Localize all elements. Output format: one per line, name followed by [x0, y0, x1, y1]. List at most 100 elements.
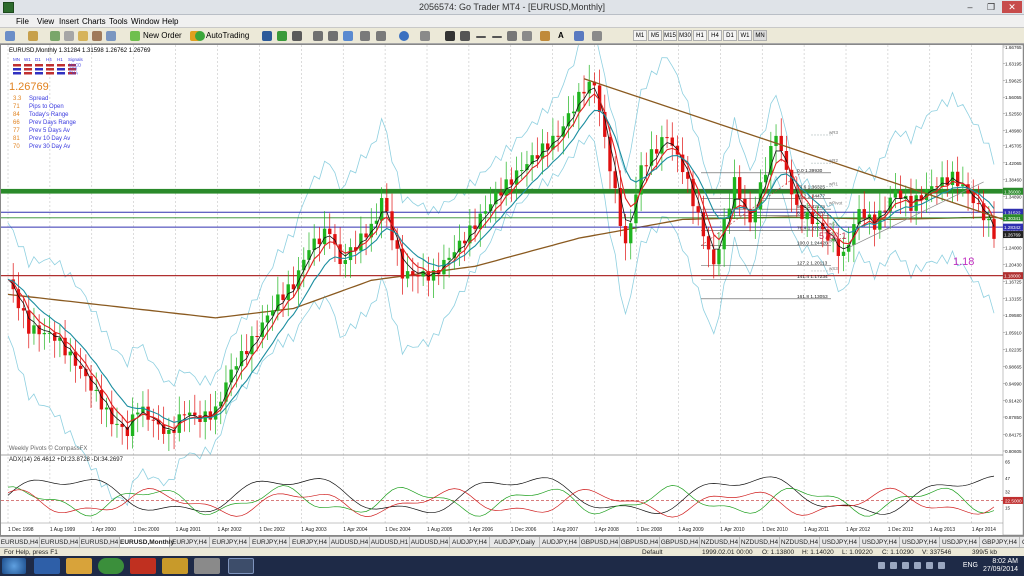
price-tick-12: 1.24000 [1005, 246, 1022, 251]
chrome-icon[interactable] [98, 558, 124, 574]
notes-icon[interactable] [162, 558, 188, 574]
tray-volume-icon[interactable] [914, 562, 921, 569]
info-label-6: Prev 30 Day Av [29, 144, 70, 150]
arrows-tool-icon[interactable] [592, 31, 602, 41]
new-order-button[interactable]: New Order [143, 30, 182, 42]
menu-help[interactable]: Help [162, 17, 178, 26]
candle-body [540, 143, 545, 159]
candle-body [115, 423, 119, 425]
menu-insert[interactable]: Insert [59, 17, 79, 26]
strategy-tester-icon[interactable] [106, 31, 116, 41]
menu-file[interactable]: File [16, 17, 29, 26]
periods-icon[interactable] [420, 31, 430, 41]
language-indicator[interactable]: ENG [963, 562, 978, 569]
time-label-1: 1 Aug 1999 [50, 527, 76, 533]
chart-window[interactable]: 0.0 1.39930 23.6 1.36325 38.2 1.34477 50.0 … [0, 44, 1024, 536]
fib-label-9: 161.8 1.13053 [797, 294, 828, 300]
price-tick-19: 0.98665 [1005, 364, 1022, 369]
tile-windows-icon[interactable] [343, 31, 353, 41]
time-label-18: 1 Dec 2010 [762, 527, 788, 533]
bar-chart-icon[interactable] [262, 31, 272, 41]
profiles-icon[interactable] [28, 31, 38, 41]
tablet-icon[interactable] [194, 558, 220, 574]
price-tick-6: 1.45705 [1005, 144, 1022, 149]
tray-network-icon[interactable] [902, 562, 909, 569]
fib-label-6: 100.0 1.24420 [797, 241, 828, 247]
candle-body [385, 198, 389, 212]
data-window-icon[interactable] [64, 31, 74, 41]
trendline-icon[interactable] [507, 31, 517, 41]
system-clock[interactable]: 8:02 AM 27/09/2014 [983, 558, 1018, 574]
legend-tf-1: W1 [24, 57, 31, 62]
candle-body [509, 179, 514, 185]
legend-cell [46, 64, 54, 67]
restore-button[interactable]: ❐ [981, 1, 1001, 13]
close-button[interactable]: ✕ [1002, 1, 1022, 13]
candle-body [405, 271, 410, 279]
new-chart-icon[interactable] [5, 31, 15, 41]
tray-flag-icon[interactable] [890, 562, 897, 569]
vertical-line-icon[interactable] [476, 36, 486, 38]
market-watch-icon[interactable] [50, 31, 60, 41]
menu-charts[interactable]: Charts [82, 17, 106, 26]
candle-body [577, 91, 581, 112]
candle-body [940, 177, 944, 187]
timeframe-h1[interactable]: H1 [693, 30, 707, 41]
zoom-in-icon[interactable] [313, 31, 323, 41]
candlestick-icon[interactable] [277, 31, 287, 41]
go-trader-taskbar-icon[interactable] [228, 558, 254, 574]
timeframe-d1[interactable]: D1 [723, 30, 737, 41]
crosshair-icon[interactable] [460, 31, 470, 41]
menu-window[interactable]: Window [131, 17, 159, 26]
timeframe-h4[interactable]: H4 [708, 30, 722, 41]
tray-arrow-icon[interactable] [878, 562, 885, 569]
time-label-19: 1 Aug 2011 [804, 527, 829, 533]
tray-battery-icon[interactable] [926, 562, 933, 569]
autotrading-icon[interactable] [195, 31, 205, 41]
candle-body [717, 249, 721, 265]
minimize-button[interactable]: – [960, 1, 980, 13]
zoom-out-icon[interactable] [328, 31, 338, 41]
time-label-10: 1 Aug 2005 [427, 527, 453, 533]
legend-tf-5: Signals [68, 57, 84, 62]
file-explorer-icon[interactable] [66, 558, 92, 574]
window-title: 2056574: Go Trader MT4 - [EURUSD,Monthly… [418, 2, 606, 12]
candle-body [99, 389, 104, 410]
fibonacci-icon[interactable] [540, 31, 550, 41]
new-order-icon[interactable] [130, 31, 140, 41]
navigator-icon[interactable] [78, 31, 88, 41]
candle-body [987, 219, 991, 221]
timeframe-m30[interactable]: M30 [678, 30, 692, 41]
legend-tf-3: H4 [46, 57, 52, 62]
internet-explorer-icon[interactable] [34, 558, 60, 574]
candle-body [281, 294, 285, 300]
timeframe-w1[interactable]: W1 [738, 30, 752, 41]
start-button[interactable] [2, 558, 26, 574]
timeframe-m5[interactable]: M5 [648, 30, 662, 41]
candle-body [862, 209, 866, 218]
cursor-icon[interactable] [445, 31, 455, 41]
tray-sync-icon[interactable] [938, 562, 945, 569]
toolbar: New Order AutoTrading A M1 M5 M15 M30 H1… [0, 28, 1024, 44]
time-label-15: 1 Dec 2008 [637, 527, 663, 533]
timeframe-mn[interactable]: MN [753, 30, 767, 41]
channel-icon[interactable] [522, 31, 532, 41]
menu-tools[interactable]: Tools [109, 17, 128, 26]
price-tick-4: 1.52550 [1005, 112, 1022, 117]
timeframe-m1[interactable]: M1 [633, 30, 647, 41]
text-tool-icon[interactable]: A [558, 30, 564, 42]
powerpoint-icon[interactable] [130, 558, 156, 574]
autotrading-button[interactable]: AutoTrading [206, 30, 249, 42]
autoscroll-icon[interactable] [360, 31, 370, 41]
label-tool-icon[interactable] [574, 31, 584, 41]
line-chart-icon[interactable] [292, 31, 302, 41]
terminal-icon[interactable] [92, 31, 102, 41]
menu-view[interactable]: View [37, 17, 54, 26]
indicators-icon[interactable] [399, 31, 409, 41]
timeframe-m15[interactable]: M15 [663, 30, 677, 41]
horizontal-line-icon[interactable] [492, 36, 502, 38]
chart-shift-icon[interactable] [376, 31, 386, 41]
candle-body [566, 113, 571, 127]
price-tick-9: 1.34890 [1005, 194, 1022, 199]
info-value-0: 3.3 [13, 96, 22, 102]
